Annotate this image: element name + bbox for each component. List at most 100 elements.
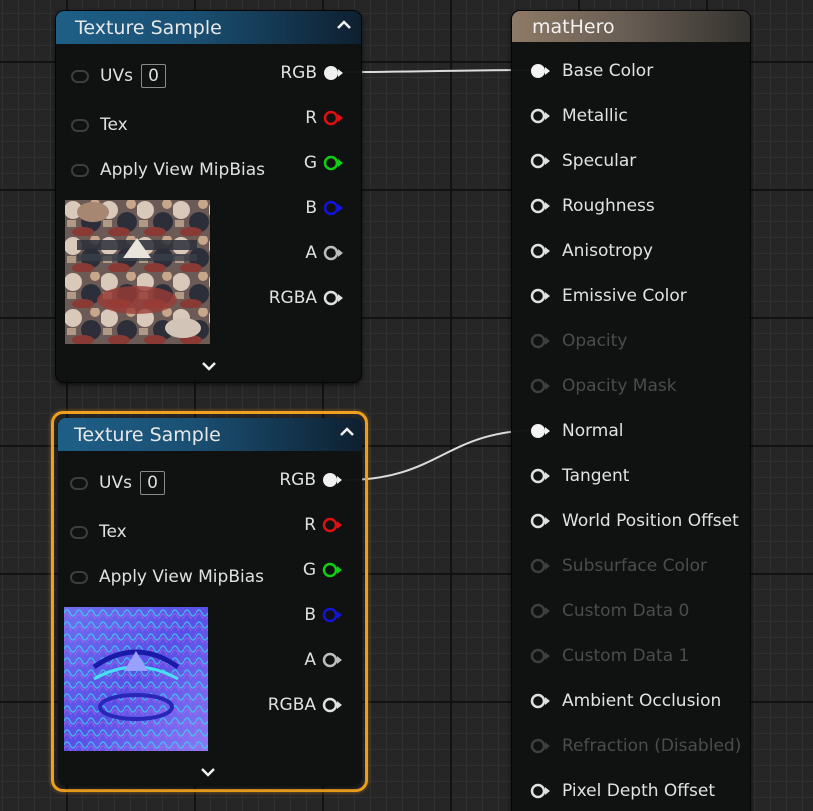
chevron-up-icon[interactable] [334,15,354,35]
custom-data-0-label: Custom Data 0 [562,601,690,621]
pin-row-opacity: Opacity [530,328,745,354]
tex-input-pin[interactable] [70,526,88,539]
mip-bias-input-pin[interactable] [70,571,88,584]
r-output-pin[interactable] [323,110,345,126]
tex-input-pin[interactable] [71,119,89,132]
rgb-output-label: RGB [280,63,317,83]
ambient-occlusion-input-pin[interactable] [530,693,552,709]
g-output-pin[interactable] [323,155,345,171]
a-output-label: A [305,243,317,263]
chevron-up-icon[interactable] [337,422,357,442]
rgba-output-pin[interactable] [322,697,344,713]
node-header[interactable]: Texture Sample [56,11,361,44]
subsurface-color-input-pin [530,558,550,574]
g-output-pin[interactable] [322,562,344,578]
a-output-pin[interactable] [323,245,345,261]
b-output-pin[interactable] [323,200,345,216]
subsurface-color-label: Subsurface Color [562,556,707,576]
pin-row-roughness[interactable]: Roughness [530,193,745,219]
a-output-pin[interactable] [322,652,344,668]
specular-input-pin[interactable] [530,153,552,169]
rgba-output-label: RGBA [268,288,317,308]
b-output-label: B [304,605,316,625]
specular-label: Specular [562,151,637,171]
refraction-disabled-input-pin [530,738,550,754]
world-position-offset-label: World Position Offset [562,511,739,531]
ambient-occlusion-label: Ambient Occlusion [562,691,722,711]
custom-data-0-input-pin [530,603,550,619]
tex-label: Tex [100,115,128,135]
tex-label: Tex [99,522,127,542]
pin-row-tangent[interactable]: Tangent [530,463,745,489]
pin-row-custom-data-0: Custom Data 0 [530,598,745,624]
custom-data-1-label: Custom Data 1 [562,646,690,666]
metallic-label: Metallic [562,106,628,126]
mip-bias-label: Apply View MipBias [100,160,265,180]
r-output-label: R [304,515,316,535]
world-position-offset-input-pin[interactable] [530,513,552,529]
chevron-down-icon[interactable] [199,765,217,779]
normal-map-preview [64,607,208,751]
emissive-color-label: Emissive Color [562,286,687,306]
anisotropy-input-pin[interactable] [530,243,552,259]
pin-row-normal[interactable]: Normal [530,418,745,444]
uvs-input-pin[interactable] [70,477,88,490]
base-color-input-pin[interactable] [530,63,552,79]
texture-sample-node-1[interactable]: Texture Sample UVs 0 Tex Apply View MipB… [55,10,362,383]
uvs-label: UVs [99,473,132,493]
b-output-pin[interactable] [322,607,344,623]
metallic-input-pin[interactable] [530,108,552,124]
g-output-label: G [303,153,317,173]
rgb-output-label: RGB [279,470,316,490]
g-output-label: G [302,560,316,580]
uvs-label: UVs [100,66,133,86]
mip-bias-input-pin[interactable] [71,164,89,177]
opacity-input-pin [530,333,550,349]
roughness-label: Roughness [562,196,655,216]
custom-data-1-input-pin [530,648,550,664]
uvs-value-field[interactable]: 0 [140,471,165,495]
material-title: matHero [532,16,615,38]
pin-row-world-position-offset[interactable]: World Position Offset [530,508,745,534]
opacity-mask-label: Opacity Mask [562,376,677,396]
rgba-output-label: RGBA [267,695,316,715]
texture-sample-node-2[interactable]: Texture Sample UVs 0 Tex Apply View MipB… [58,418,362,786]
roughness-input-pin[interactable] [530,198,552,214]
pin-row-ambient-occlusion[interactable]: Ambient Occlusion [530,688,745,714]
b-output-label: B [305,198,317,218]
base-color-label: Base Color [562,61,654,81]
tangent-label: Tangent [562,466,630,486]
r-output-pin[interactable] [322,517,344,533]
normal-label: Normal [562,421,624,441]
normal-input-pin[interactable] [530,423,552,439]
rgba-output-pin[interactable] [323,290,345,306]
opacity-mask-input-pin [530,378,550,394]
uvs-value-field[interactable]: 0 [141,64,166,88]
node-title: Texture Sample [75,17,222,39]
pixel-depth-offset-input-pin[interactable] [530,783,552,799]
pin-row-subsurface-color: Subsurface Color [530,553,745,579]
refraction-disabled-label: Refraction (Disabled) [562,736,742,756]
tangent-input-pin[interactable] [530,468,552,484]
node-header[interactable]: Texture Sample [58,418,362,451]
pin-row-metallic[interactable]: Metallic [530,103,745,129]
chevron-down-icon[interactable] [200,359,218,373]
opacity-label: Opacity [562,331,628,351]
pin-row-opacity-mask: Opacity Mask [530,373,745,399]
rgb-output-pin[interactable] [322,472,344,488]
uvs-input-pin[interactable] [71,70,89,83]
node-header[interactable]: matHero [512,11,750,42]
rgb-output-pin[interactable] [323,65,345,81]
r-output-label: R [305,108,317,128]
pin-row-specular[interactable]: Specular [530,148,745,174]
diffuse-texture-preview [65,200,210,344]
pin-row-emissive-color[interactable]: Emissive Color [530,283,745,309]
pixel-depth-offset-label: Pixel Depth Offset [562,781,715,801]
pin-row-base-color[interactable]: Base Color [530,58,745,84]
emissive-color-input-pin[interactable] [530,288,552,304]
pin-row-anisotropy[interactable]: Anisotropy [530,238,745,264]
pin-row-pixel-depth-offset[interactable]: Pixel Depth Offset [530,778,745,804]
a-output-label: A [304,650,316,670]
material-result-node[interactable]: matHero Base Color Metallic Specular Roughn… [511,10,751,811]
mip-bias-label: Apply View MipBias [99,567,264,587]
